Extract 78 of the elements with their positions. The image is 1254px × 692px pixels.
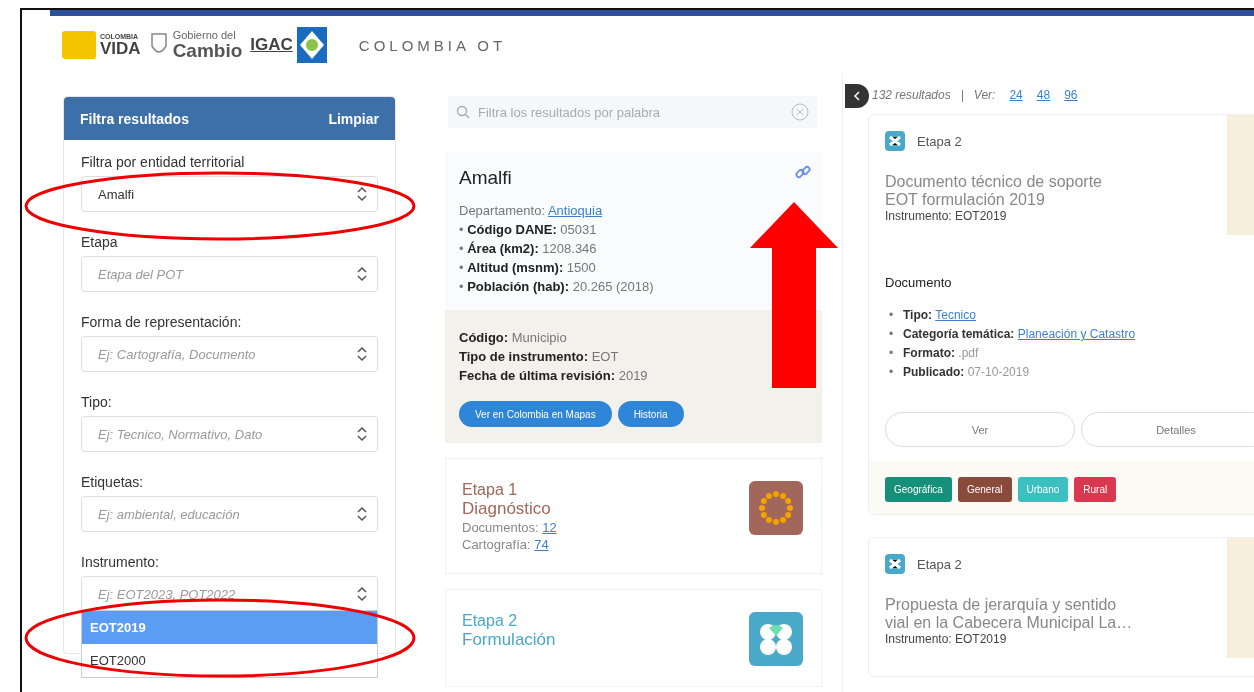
dropdown-option[interactable]: EOT2000	[82, 644, 377, 677]
count-label: Documentos:	[462, 520, 539, 535]
dropdown-option[interactable]: EOT2019	[82, 611, 377, 644]
chevron-updown-icon	[357, 186, 367, 202]
results-count: 132 resultados	[872, 88, 951, 102]
stage-number: Etapa 2	[462, 612, 519, 630]
field-label: Filtra por entidad territorial	[81, 154, 246, 170]
property-text: • Formato: .pdf	[889, 345, 980, 362]
chevron-updown-icon	[357, 506, 367, 522]
stage-number: Etapa 1	[462, 481, 519, 499]
select-field[interactable]: Ej: Cartografía, Documento	[81, 336, 378, 372]
municipality-name: Amalfi	[459, 167, 512, 189]
page-size-link[interactable]: 24	[1009, 88, 1023, 102]
logo-text: Gobierno del	[172, 30, 237, 41]
chevron-updown-icon	[357, 426, 367, 442]
outline-button[interactable]: Ver	[885, 412, 1075, 447]
department-label: Departamento:	[459, 203, 545, 218]
stage-label: Etapa 2	[917, 556, 962, 572]
chevron-updown-icon	[357, 266, 367, 282]
field-label: Instrumento:	[81, 554, 160, 570]
detail-text: Fecha de última revisión: 2019	[459, 367, 649, 385]
search-field[interactable]: Filtra los resultados por palabra	[476, 103, 785, 121]
stage-name: Formulación	[462, 630, 556, 650]
clear-icon[interactable]	[791, 103, 809, 121]
select-field[interactable]: Etapa del POT	[81, 256, 378, 292]
tag: Urbano	[1017, 477, 1069, 502]
search-bar[interactable]: Filtra los resultados por palabra	[448, 96, 817, 128]
property-text: • Tipo: Tecnico	[889, 307, 977, 324]
property-text: • Categoría temática: Planeación y Catastro	[889, 326, 1137, 343]
fact-text: • Población (hab): 20.265 (2018)	[459, 278, 655, 296]
action-button[interactable]: Historia	[617, 401, 684, 427]
view-label: Ver:	[973, 88, 996, 102]
collapse-button[interactable]	[845, 84, 869, 108]
logo-text: VIDA	[100, 40, 141, 57]
document-title: Documento técnico de soporte EOT formulación 2019	[885, 173, 1103, 209]
select-field[interactable]: Ej: ambiental, educación	[81, 496, 378, 532]
fact-text: • Código DANE: 05031	[459, 221, 598, 239]
instrument-text: Instrumento: EOT2019	[885, 209, 1008, 223]
stage-label: Etapa 2	[917, 133, 962, 149]
field-label: Tipo:	[81, 394, 113, 410]
document-title: Propuesta de jerarquía y sentido vial en la Cabecera Municipal La…	[885, 596, 1134, 632]
logo-text: Cambio	[172, 41, 243, 60]
separator-text: |	[960, 88, 964, 102]
stage-name: Diagnóstico	[462, 499, 552, 519]
logo-text: IGAC	[250, 35, 293, 55]
instrument-text: Instrumento: EOT2019	[885, 632, 1008, 646]
tag: General	[957, 477, 1012, 502]
tag: Geográfica	[885, 477, 952, 502]
detail-text: Código: Municipio	[459, 329, 568, 347]
clear-button[interactable]: Limpiar	[328, 110, 379, 127]
tag: Rural	[1074, 477, 1117, 502]
sun-ring-icon	[749, 481, 803, 535]
select-field[interactable]: Ej: Tecnico, Normativo, Dato	[81, 416, 378, 452]
fact-text: • Área (km2): 1208.346	[459, 240, 598, 258]
diamond-logo-icon	[296, 27, 327, 63]
field-label: Etiquetas:	[81, 474, 145, 490]
panel-title: Filtra resultados	[80, 110, 189, 127]
site-title: COLOMBIA OT	[358, 36, 507, 54]
select-field[interactable]: Amalfi	[81, 176, 378, 212]
page-size-link[interactable]: 48	[1036, 88, 1051, 102]
fact-text: • Altitud (msnm): 1500	[459, 259, 597, 277]
section-title: Documento	[885, 275, 953, 290]
chevron-updown-icon	[357, 586, 367, 602]
chevron-left-icon	[853, 91, 861, 101]
link-icon[interactable]	[794, 163, 812, 181]
search-icon	[456, 105, 470, 119]
field-label: Etapa	[81, 234, 119, 250]
page-size-link[interactable]: 96	[1064, 88, 1078, 102]
department-link[interactable]: Antioquia	[547, 203, 603, 218]
action-button[interactable]: Ver en Colombia en Mapas	[459, 401, 612, 427]
field-label: Forma de representación:	[81, 314, 243, 330]
chevron-updown-icon	[357, 346, 367, 362]
property-text: • Publicado: 07-10-2019	[889, 364, 1031, 381]
outline-button[interactable]: Detalles	[1081, 412, 1254, 447]
count-label: Cartografía:	[462, 537, 531, 552]
count-link[interactable]: 12	[542, 520, 557, 535]
detail-text: Tipo de instrumento: EOT	[459, 348, 620, 366]
count-link[interactable]: 74	[534, 537, 549, 552]
